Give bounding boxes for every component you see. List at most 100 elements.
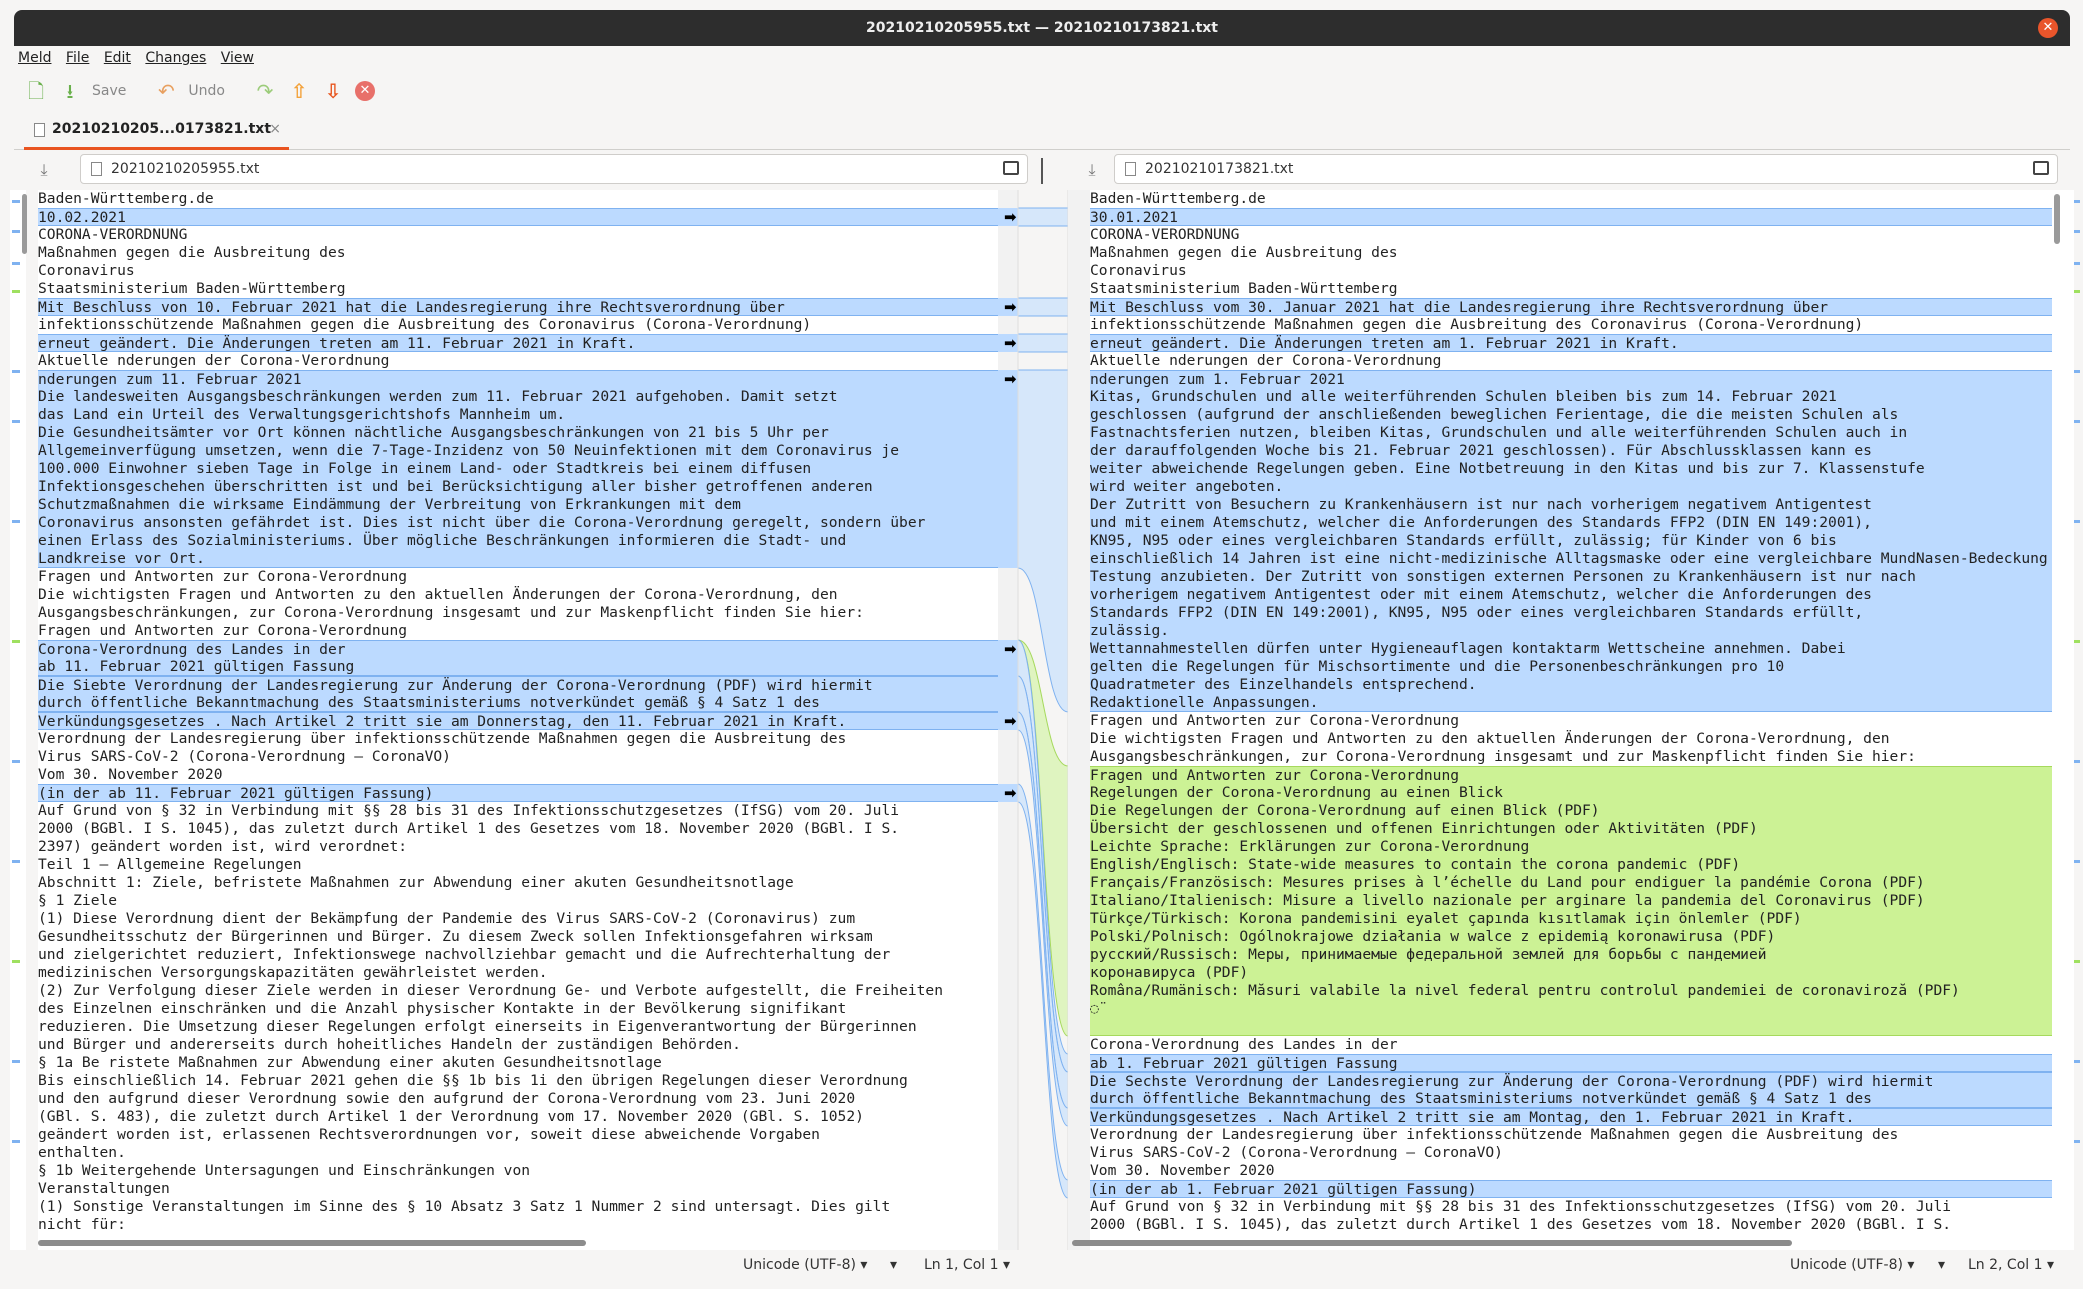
redo-button[interactable]: ↷ xyxy=(253,76,277,106)
left-line[interactable]: Coronavirus ansonsten gefährdet ist. Die… xyxy=(38,514,998,532)
right-line[interactable]: Româna/Rumänisch: Măsuri valabile la niv… xyxy=(1090,982,2052,1000)
left-line[interactable]: des Einzelnen einschränken und die Anzah… xyxy=(38,1000,998,1018)
right-line[interactable]: Staatsministerium Baden-Württemberg xyxy=(1090,280,2052,298)
left-save-icon[interactable] xyxy=(1003,161,1019,175)
right-line[interactable]: 2000 (BGBl. I S. 1045), das zuletzt durc… xyxy=(1090,1216,2052,1234)
menu-changes[interactable]: Changes xyxy=(141,46,212,66)
left-line[interactable]: Virus SARS-CoV-2 (Corona-Verordnung – Co… xyxy=(38,748,998,766)
right-line[interactable]: Leichte Sprache: Erklärungen zur Corona-… xyxy=(1090,838,2052,856)
left-editor[interactable]: Baden-Württemberg.de 10.02.2021 CORONA-VER… xyxy=(38,190,998,1250)
left-line[interactable]: Die Gesundheitsämter vor Ort können näch… xyxy=(38,424,998,442)
left-language-select[interactable]: ▾ xyxy=(890,1252,897,1278)
right-line[interactable]: geschlossen (aufgrund der anschließenden… xyxy=(1090,406,2052,424)
right-line[interactable]: Italiano/Italienisch: Misure a livello n… xyxy=(1090,892,2052,910)
left-line[interactable]: das Land ein Urteil des Verwaltungsgeric… xyxy=(38,406,998,424)
right-line[interactable]: Corona-Verordnung des Landes in der xyxy=(1090,1036,2052,1054)
right-line[interactable]: (in der ab 1. Februar 2021 gültigen Fass… xyxy=(1090,1180,2052,1198)
left-line[interactable]: Bis einschließlich 14. Februar 2021 gehe… xyxy=(38,1072,998,1090)
right-line[interactable]: gelten die Regelungen für Mischsortiment… xyxy=(1090,658,2052,676)
right-line[interactable]: der darauffolgenden Woche bis 21. Februa… xyxy=(1090,442,2052,460)
right-line[interactable]: durch öffentliche Bekanntmachung des Sta… xyxy=(1090,1090,2052,1108)
right-line[interactable]: und mit einem Atemschutz, welcher die An… xyxy=(1090,514,2052,532)
right-line[interactable]: Vom 30. November 2020 xyxy=(1090,1162,2052,1180)
right-cursor-position[interactable]: Ln 2, Col 1 ▾ xyxy=(1968,1252,2054,1278)
left-line[interactable]: enthalten. xyxy=(38,1144,998,1162)
left-line[interactable]: Abschnitt 1: Ziele, befristete Maßnahmen… xyxy=(38,874,998,892)
left-line[interactable]: einen Erlass des Sozialministeriums. Übe… xyxy=(38,532,998,550)
right-line[interactable]: Verkündungsgesetzes . Nach Artikel 2 tri… xyxy=(1090,1108,2052,1126)
close-window-button[interactable]: ✕ xyxy=(2038,18,2058,38)
right-line[interactable]: Verordnung der Landesregierung über infe… xyxy=(1090,1126,2052,1144)
right-line[interactable]: Français/Französisch: Mesures prises à l… xyxy=(1090,874,2052,892)
left-line[interactable]: Die landesweiten Ausgangsbeschränkungen … xyxy=(38,388,998,406)
left-line[interactable]: infektionsschützende Maßnahmen gegen die… xyxy=(38,316,998,334)
left-line[interactable]: Coronavirus xyxy=(38,262,998,280)
right-line[interactable]: infektionsschützende Maßnahmen gegen die… xyxy=(1090,316,2052,334)
left-vertical-scrollbar[interactable] xyxy=(22,194,27,254)
left-line[interactable]: reduzieren. Die Umsetzung dieser Regelun… xyxy=(38,1018,998,1036)
left-line[interactable]: erneut geändert. Die Änderungen treten a… xyxy=(38,334,998,352)
left-line[interactable]: Veranstaltungen xyxy=(38,1180,998,1198)
left-line[interactable]: Infektionsgeschehen überschritten ist un… xyxy=(38,478,998,496)
left-line[interactable]: (GBl. S. 483), die zuletzt durch Artikel… xyxy=(38,1108,998,1126)
right-horizontal-scrollbar[interactable] xyxy=(1072,1240,1792,1246)
left-line[interactable]: und zielgerichtet reduziert, Infektionsw… xyxy=(38,946,998,964)
left-line[interactable]: nderungen zum 11. Februar 2021 xyxy=(38,370,998,388)
right-line[interactable]: Ausgangsbeschränkungen, zur Corona-Veror… xyxy=(1090,748,2052,766)
right-file-chooser[interactable]: 20210210173821.txt xyxy=(1114,154,2058,184)
tab-close-icon[interactable]: × xyxy=(269,114,281,144)
left-line[interactable]: 2000 (BGBl. I S. 1045), das zuletzt durc… xyxy=(38,820,998,838)
right-line[interactable]: einschließlich 14 Jahren ist eine nicht-… xyxy=(1090,550,2052,568)
left-line[interactable]: medizinischen Versorgungskapazitäten gew… xyxy=(38,964,998,982)
right-line[interactable]: English/Englisch: State-wide measures to… xyxy=(1090,856,2052,874)
left-line[interactable]: § 1 Ziele xyxy=(38,892,998,910)
right-line[interactable]: Die Regelungen der Corona-Verordnung auf… xyxy=(1090,802,2052,820)
right-line[interactable]: Fragen und Antworten zur Corona-Verordnu… xyxy=(1090,766,2052,784)
right-line[interactable]: Auf Grund von § 32 in Verbindung mit §§ … xyxy=(1090,1198,2052,1216)
right-line[interactable]: Virus SARS-CoV-2 (Corona-Verordnung – Co… xyxy=(1090,1144,2052,1162)
left-line[interactable]: und Bürger und andererseits durch hoheit… xyxy=(38,1036,998,1054)
left-line[interactable]: CORONA-VERORDNUNG xyxy=(38,226,998,244)
next-change-button[interactable]: ⇩ xyxy=(321,76,345,106)
left-line[interactable]: Landkreise vor Ort. xyxy=(38,550,998,568)
right-line[interactable]: русский/Russisch: Меры, принимаемые феде… xyxy=(1090,946,2052,964)
left-line[interactable]: Die wichtigsten Fragen und Antworten zu … xyxy=(38,586,998,604)
right-line[interactable]: zulässig. xyxy=(1090,622,2052,640)
left-line[interactable]: § 1b Weitergehende Untersagungen und Ein… xyxy=(38,1162,998,1180)
right-line[interactable]: Maßnahmen gegen die Ausbreitung des xyxy=(1090,244,2052,262)
new-comparison-button[interactable]: 🗋 xyxy=(24,76,48,106)
right-line[interactable]: CORONA-VERORDNUNG xyxy=(1090,226,2052,244)
left-line[interactable]: und den aufgrund dieser Verordnung sowie… xyxy=(38,1090,998,1108)
right-line[interactable]: Übersicht der geschlossenen und offenen … xyxy=(1090,820,2052,838)
right-line[interactable]: Kitas, Grundschulen und alle weiterführe… xyxy=(1090,388,2052,406)
left-line[interactable]: § 1a Be ristete Maßnahmen zur Abwendung … xyxy=(38,1054,998,1072)
right-save-icon[interactable] xyxy=(2033,161,2049,175)
right-line[interactable]: erneut geändert. Die Änderungen treten a… xyxy=(1090,334,2052,352)
left-file-chooser[interactable]: 20210210205955.txt xyxy=(80,154,1028,184)
right-line[interactable]: Quadratmeter des Einzelhandels entsprech… xyxy=(1090,676,2052,694)
left-line[interactable]: (2) Zur Verfolgung dieser Ziele werden i… xyxy=(38,982,998,1000)
left-line[interactable]: Vom 30. November 2020 xyxy=(38,766,998,784)
left-cursor-position[interactable]: Ln 1, Col 1 ▾ xyxy=(924,1252,1010,1278)
left-line[interactable]: Aktuelle nderungen der Corona-Verordnung xyxy=(38,352,998,370)
right-editor[interactable]: Baden-Württemberg.de 30.01.2021 CORONA-VER… xyxy=(1090,190,2052,1250)
left-line[interactable]: Fragen und Antworten zur Corona-Verordnu… xyxy=(38,568,998,586)
right-line[interactable]: Die wichtigsten Fragen und Antworten zu … xyxy=(1090,730,2052,748)
left-line[interactable]: (1) Sonstige Veranstaltungen im Sinne de… xyxy=(38,1198,998,1216)
right-line[interactable]: Redaktionelle Anpassungen. xyxy=(1090,694,2052,712)
left-line[interactable]: Mit Beschluss von 10. Februar 2021 hat d… xyxy=(38,298,998,316)
right-open-icon[interactable]: ⤓ xyxy=(1084,161,1100,179)
left-line[interactable]: Staatsministerium Baden-Württemberg xyxy=(38,280,998,298)
menu-file[interactable]: File xyxy=(62,46,95,66)
left-line[interactable]: Maßnahmen gegen die Ausbreitung des xyxy=(38,244,998,262)
left-line[interactable]: Ausgangsbeschränkungen, zur Corona-Veror… xyxy=(38,604,998,622)
left-line[interactable]: 10.02.2021 xyxy=(38,208,998,226)
left-horizontal-scrollbar[interactable] xyxy=(38,1240,586,1246)
menu-edit[interactable]: Edit xyxy=(100,46,137,66)
right-line[interactable] xyxy=(1090,1018,2052,1036)
right-line[interactable]: Mit Beschluss vom 30. Januar 2021 hat di… xyxy=(1090,298,2052,316)
right-line[interactable]: Fastnachtsferien nutzen, bleiben Kitas, … xyxy=(1090,424,2052,442)
right-line[interactable]: Coronavirus xyxy=(1090,262,2052,280)
right-vertical-scrollbar[interactable] xyxy=(2054,194,2060,244)
left-open-icon[interactable]: ⤓ xyxy=(36,161,52,179)
